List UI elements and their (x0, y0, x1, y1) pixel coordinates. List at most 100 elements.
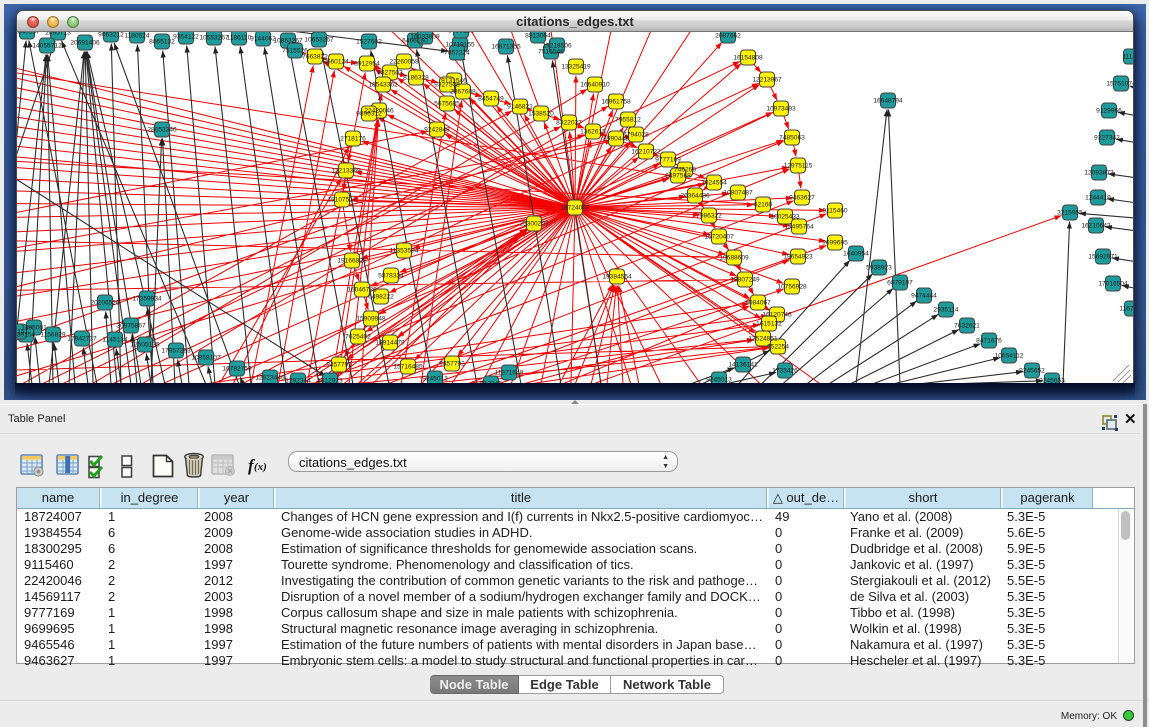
svg-text:9660124: 9660124 (323, 59, 349, 66)
svg-text:15716485: 15716485 (393, 364, 423, 371)
svg-text:(x): (x) (254, 461, 267, 473)
svg-text:62160: 62160 (754, 202, 773, 209)
svg-text:9457792: 9457792 (439, 361, 465, 368)
svg-text:10553267: 10553267 (199, 35, 229, 42)
svg-text:16640910: 16640910 (580, 82, 610, 89)
svg-text:6879197: 6879197 (887, 280, 913, 287)
svg-text:10756928: 10756928 (777, 284, 807, 291)
svg-text:1527602: 1527602 (356, 39, 382, 46)
svg-text:12923446: 12923446 (255, 375, 285, 382)
svg-text:1167531: 1167531 (1119, 306, 1133, 313)
svg-text:9896312: 9896312 (356, 111, 382, 118)
svg-text:5938923: 5938923 (866, 265, 892, 272)
svg-text:1640557: 1640557 (17, 32, 40, 36)
svg-text:9699695: 9699695 (822, 240, 848, 247)
svg-text:7625402: 7625402 (345, 334, 371, 341)
svg-text:16046786: 16046786 (347, 287, 377, 294)
svg-text:25300203: 25300203 (519, 221, 549, 228)
svg-text:7632621: 7632621 (954, 323, 980, 330)
svg-text:9115460: 9115460 (822, 208, 848, 215)
svg-text:1733426: 1733426 (772, 368, 798, 375)
svg-text:10688609: 10688609 (719, 255, 749, 262)
svg-text:7515546: 7515546 (538, 49, 564, 56)
svg-text:8471676: 8471676 (976, 338, 1002, 345)
svg-text:11371648: 11371648 (495, 370, 524, 377)
svg-text:9245012: 9245012 (422, 376, 448, 383)
svg-text:11125: 11125 (1122, 54, 1133, 61)
svg-text:9245652: 9245652 (1019, 368, 1045, 375)
svg-text:1145134: 1145134 (102, 337, 128, 344)
svg-text:1156829: 1156829 (40, 332, 66, 339)
svg-text:9144062: 9144062 (250, 36, 276, 43)
svg-text:6497568: 6497568 (665, 173, 691, 180)
svg-text:13495764: 13495764 (784, 224, 814, 231)
svg-text:13325419: 13325419 (561, 64, 591, 71)
svg-text:93151: 93151 (17, 329, 28, 336)
svg-text:12505135: 12505135 (130, 342, 160, 349)
svg-text:10719155: 10719155 (445, 42, 475, 49)
svg-text:2935114: 2935114 (933, 307, 959, 314)
svg-text:19218506: 19218506 (542, 43, 572, 50)
svg-text:16154808: 16154808 (733, 55, 763, 62)
svg-text:8322037: 8322037 (556, 120, 582, 127)
svg-text:16914479: 16914479 (375, 340, 405, 347)
svg-text:912345: 912345 (480, 381, 502, 384)
svg-text:16210722: 16210722 (631, 149, 661, 156)
svg-text:15909948: 15909948 (356, 316, 386, 323)
svg-text:12213967: 12213967 (752, 77, 782, 84)
svg-text:9474444: 9474444 (911, 293, 937, 300)
svg-text:19166825: 19166825 (337, 258, 367, 265)
svg-text:12093873: 12093873 (1084, 170, 1114, 177)
svg-text:9435121: 9435121 (448, 32, 474, 35)
svg-text:10973493: 10973493 (766, 106, 796, 113)
svg-text:16543362: 16543362 (368, 82, 398, 89)
svg-text:1244419: 1244419 (1085, 195, 1111, 202)
svg-text:20691406: 20691406 (70, 40, 100, 47)
svg-text:9354122: 9354122 (173, 34, 199, 41)
svg-text:7357224: 7357224 (444, 50, 470, 57)
svg-text:13524851: 13524851 (748, 336, 778, 343)
svg-text:9463627: 9463627 (789, 195, 815, 202)
svg-text:8186328: 8186328 (403, 75, 429, 82)
svg-text:2087662: 2087662 (715, 33, 741, 40)
svg-text:17957253: 17957253 (161, 348, 191, 355)
svg-text:20206526: 20206526 (90, 300, 120, 307)
svg-text:15751074: 15751074 (1106, 81, 1133, 88)
svg-text:16210643: 16210643 (1081, 223, 1111, 230)
svg-text:22260058: 22260058 (389, 59, 419, 66)
svg-text:8990448: 8990448 (603, 136, 629, 143)
svg-text:1186110: 1186110 (227, 35, 252, 42)
svg-text:9457791: 9457791 (326, 362, 352, 369)
svg-text:14055712: 14055712 (32, 43, 62, 50)
svg-text:9245013: 9245013 (706, 377, 732, 384)
svg-text:8813054: 8813054 (525, 33, 551, 40)
svg-text:2718176: 2718176 (340, 136, 366, 143)
svg-text:14136141: 14136141 (728, 362, 758, 369)
svg-text:8912954: 8912954 (354, 61, 380, 68)
svg-text:10025433: 10025433 (770, 214, 800, 221)
svg-text:1640954: 1640954 (843, 251, 869, 258)
svg-text:16671355: 16671355 (491, 44, 521, 51)
svg-text:19654923: 19654923 (783, 254, 813, 261)
svg-text:9063212: 9063212 (98, 32, 124, 39)
svg-text:5878334: 5878334 (378, 273, 404, 280)
svg-text:10958107: 10958107 (191, 355, 221, 362)
svg-text:16782759: 16782759 (222, 366, 252, 373)
svg-text:3215955: 3215955 (1057, 210, 1083, 217)
svg-text:1180524: 1180524 (124, 33, 150, 40)
svg-text:2095713: 2095713 (45, 32, 71, 37)
svg-text:18724007: 18724007 (560, 205, 590, 212)
svg-text:15692971: 15692971 (1088, 254, 1118, 261)
svg-text:7485063: 7485063 (779, 135, 805, 142)
svg-text:10853267: 10853267 (273, 38, 303, 45)
svg-text:9146821: 9146821 (507, 104, 533, 111)
svg-text:8065132: 8065132 (149, 39, 175, 46)
svg-text:9129966: 9129966 (1096, 108, 1122, 115)
svg-text:15720407: 15720407 (704, 234, 734, 241)
svg-text:17942737: 17942737 (67, 336, 97, 343)
svg-text:17016504: 17016504 (1098, 281, 1128, 288)
svg-text:9245653: 9245653 (1039, 378, 1065, 384)
svg-text:18807249: 18807249 (730, 277, 760, 284)
svg-text:1292344: 1292344 (285, 378, 311, 384)
svg-text:10807487: 10807487 (723, 190, 753, 197)
